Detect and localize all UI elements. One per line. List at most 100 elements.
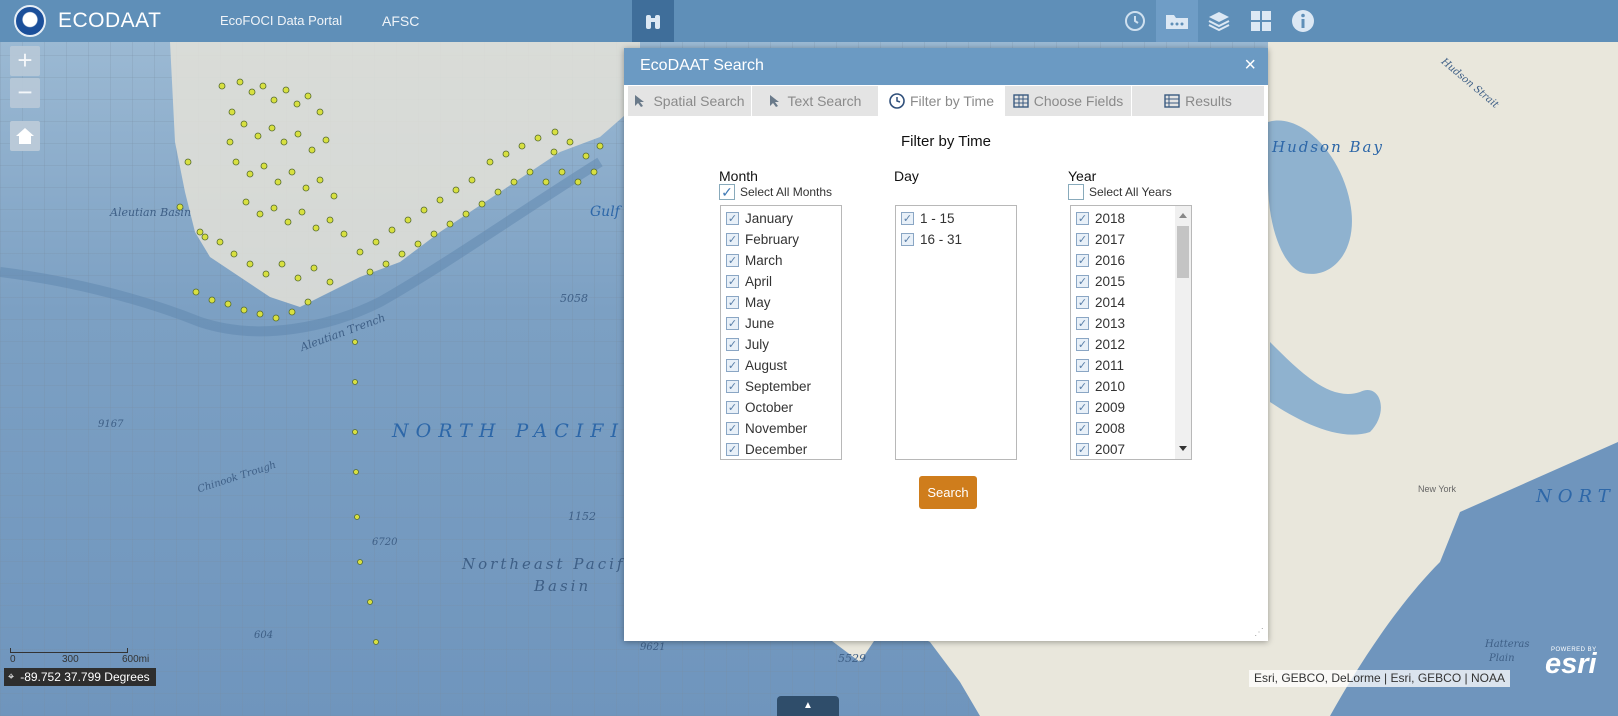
checkbox[interactable]: ✓ <box>726 233 739 246</box>
zoom-in-button[interactable]: + <box>10 46 40 76</box>
select-all-months-checkbox[interactable]: ✓ <box>719 184 735 200</box>
scale-label: 0 <box>10 654 16 665</box>
month-item[interactable]: ✓ April <box>721 271 841 292</box>
year-item[interactable]: ✓ 2009 <box>1071 397 1191 418</box>
zoom-out-button[interactable]: − <box>10 78 40 108</box>
filter-heading: Filter by Time <box>900 133 991 150</box>
month-item[interactable]: ✓ March <box>721 250 841 271</box>
tab-results[interactable]: Results <box>1132 86 1264 116</box>
year-item[interactable]: ✓ 2014 <box>1071 292 1191 313</box>
checkbox[interactable]: ✓ <box>901 212 914 225</box>
checkbox[interactable]: ✓ <box>726 254 739 267</box>
scrollbar-thumb[interactable] <box>1177 226 1189 278</box>
checkbox[interactable]: ✓ <box>1076 275 1089 288</box>
nav-ecofoci-portal[interactable]: EcoFOCI Data Portal <box>220 13 342 28</box>
tab-spatial-search[interactable]: Spatial Search <box>628 86 752 116</box>
basemap-gallery-button[interactable] <box>1240 0 1282 42</box>
info-button[interactable] <box>1282 0 1324 42</box>
checkbox[interactable]: ✓ <box>726 296 739 309</box>
search-widget-button[interactable] <box>632 0 674 42</box>
select-all-years-checkbox[interactable] <box>1068 184 1084 200</box>
checkbox[interactable]: ✓ <box>1076 422 1089 435</box>
map-label-north-pacific: NORTH PACIFIC <box>392 420 647 442</box>
year-item[interactable]: ✓ 2015 <box>1071 271 1191 292</box>
checkbox[interactable]: ✓ <box>1076 338 1089 351</box>
checkbox[interactable]: ✓ <box>726 338 739 351</box>
select-all-months-label: Select All Months <box>740 185 833 199</box>
tab-text-search[interactable]: Text Search <box>752 86 879 116</box>
map-attribution: Esri, GEBCO, DeLorme | Esri, GEBCO | NOA… <box>1249 670 1510 687</box>
checkbox[interactable]: ✓ <box>726 317 739 330</box>
checkbox[interactable]: ✓ <box>1076 401 1089 414</box>
year-item[interactable]: ✓ 2008 <box>1071 418 1191 439</box>
home-icon <box>16 128 34 144</box>
year-item[interactable]: ✓ 2018 <box>1071 208 1191 229</box>
checkbox[interactable]: ✓ <box>726 380 739 393</box>
year-item[interactable]: ✓ 2017 <box>1071 229 1191 250</box>
table-icon <box>1013 94 1029 108</box>
layers-icon <box>1208 12 1230 32</box>
search-button[interactable]: Search <box>919 476 977 509</box>
checkbox[interactable]: ✓ <box>726 422 739 435</box>
ecodaat-search-dialog: EcoDAAT Search × Spatial Search Text Sea… <box>624 48 1268 641</box>
home-button[interactable] <box>10 121 40 151</box>
checkbox[interactable]: ✓ <box>1076 254 1089 267</box>
history-button[interactable] <box>1114 0 1156 42</box>
expand-panel-button[interactable]: ▲ <box>777 696 839 716</box>
checkbox[interactable]: ✓ <box>726 275 739 288</box>
checkbox[interactable]: ✓ <box>1076 317 1089 330</box>
year-item[interactable]: ✓ 2016 <box>1071 250 1191 271</box>
esri-logo: esri <box>1545 648 1597 680</box>
year-item[interactable]: ✓ 2007 <box>1071 439 1191 459</box>
checkbox[interactable]: ✓ <box>1076 233 1089 246</box>
year-list-scrollbar[interactable] <box>1175 206 1191 459</box>
select-all-years[interactable]: Select All Years <box>1068 184 1172 200</box>
tab-filter-by-time[interactable]: Filter by Time <box>879 86 1005 116</box>
coordinate-readout[interactable]: ⌖ -89.752 37.799 Degrees <box>4 668 156 686</box>
year-item[interactable]: ✓ 2013 <box>1071 313 1191 334</box>
month-item[interactable]: ✓ January <box>721 208 841 229</box>
day-title: Day <box>894 168 919 184</box>
checkbox[interactable]: ✓ <box>1076 443 1089 456</box>
month-item[interactable]: ✓ December <box>721 439 841 459</box>
checkbox[interactable]: ✓ <box>726 359 739 372</box>
text-cursor-icon <box>769 95 779 107</box>
dialog-titlebar[interactable]: EcoDAAT Search × <box>624 48 1268 85</box>
month-item[interactable]: ✓ October <box>721 397 841 418</box>
checkbox[interactable]: ✓ <box>726 212 739 225</box>
month-title: Month <box>719 168 758 184</box>
nav-afsc[interactable]: AFSC <box>382 13 419 29</box>
checkbox[interactable]: ✓ <box>726 443 739 456</box>
tab-choose-fields[interactable]: Choose Fields <box>1005 86 1132 116</box>
month-item[interactable]: ✓ June <box>721 313 841 334</box>
more-button[interactable] <box>1156 0 1198 42</box>
map-label-northeast-pacific: Northeast Pacific <box>462 555 645 573</box>
checkbox[interactable]: ✓ <box>901 233 914 246</box>
month-item[interactable]: ✓ September <box>721 376 841 397</box>
checkbox[interactable]: ✓ <box>726 401 739 414</box>
month-item[interactable]: ✓ July <box>721 334 841 355</box>
month-item[interactable]: ✓ November <box>721 418 841 439</box>
resize-grip-icon[interactable]: ⋰ <box>1254 627 1264 638</box>
day-item[interactable]: ✓ 16 - 31 <box>896 229 1016 250</box>
day-item[interactable]: ✓ 1 - 15 <box>896 208 1016 229</box>
month-item[interactable]: ✓ May <box>721 292 841 313</box>
checkbox[interactable]: ✓ <box>1076 212 1089 225</box>
year-item[interactable]: ✓ 2010 <box>1071 376 1191 397</box>
map-label-aleutian-basin: Aleutian Basin <box>110 206 192 219</box>
month-item[interactable]: ✓ February <box>721 229 841 250</box>
close-button[interactable]: × <box>1244 54 1256 77</box>
month-item[interactable]: ✓ August <box>721 355 841 376</box>
dialog-tabs: Spatial Search Text Search Filter by Tim… <box>628 86 1264 116</box>
select-all-months[interactable]: ✓ Select All Months <box>719 184 832 200</box>
checkbox[interactable]: ✓ <box>1076 359 1089 372</box>
layers-button[interactable] <box>1198 0 1240 42</box>
checkbox[interactable]: ✓ <box>1076 296 1089 309</box>
table-icon <box>1164 94 1180 108</box>
year-list: ✓ 2018 ✓ 2017 ✓ 2016 ✓ 2015 ✓ 2014 ✓ 2013 ✓ 201… <box>1070 205 1192 460</box>
year-item[interactable]: ✓ 2011 <box>1071 355 1191 376</box>
year-item[interactable]: ✓ 2012 <box>1071 334 1191 355</box>
map-label-depth-604: 604 <box>254 630 274 641</box>
map-label-depth-5058: 5058 <box>560 292 588 305</box>
checkbox[interactable]: ✓ <box>1076 380 1089 393</box>
